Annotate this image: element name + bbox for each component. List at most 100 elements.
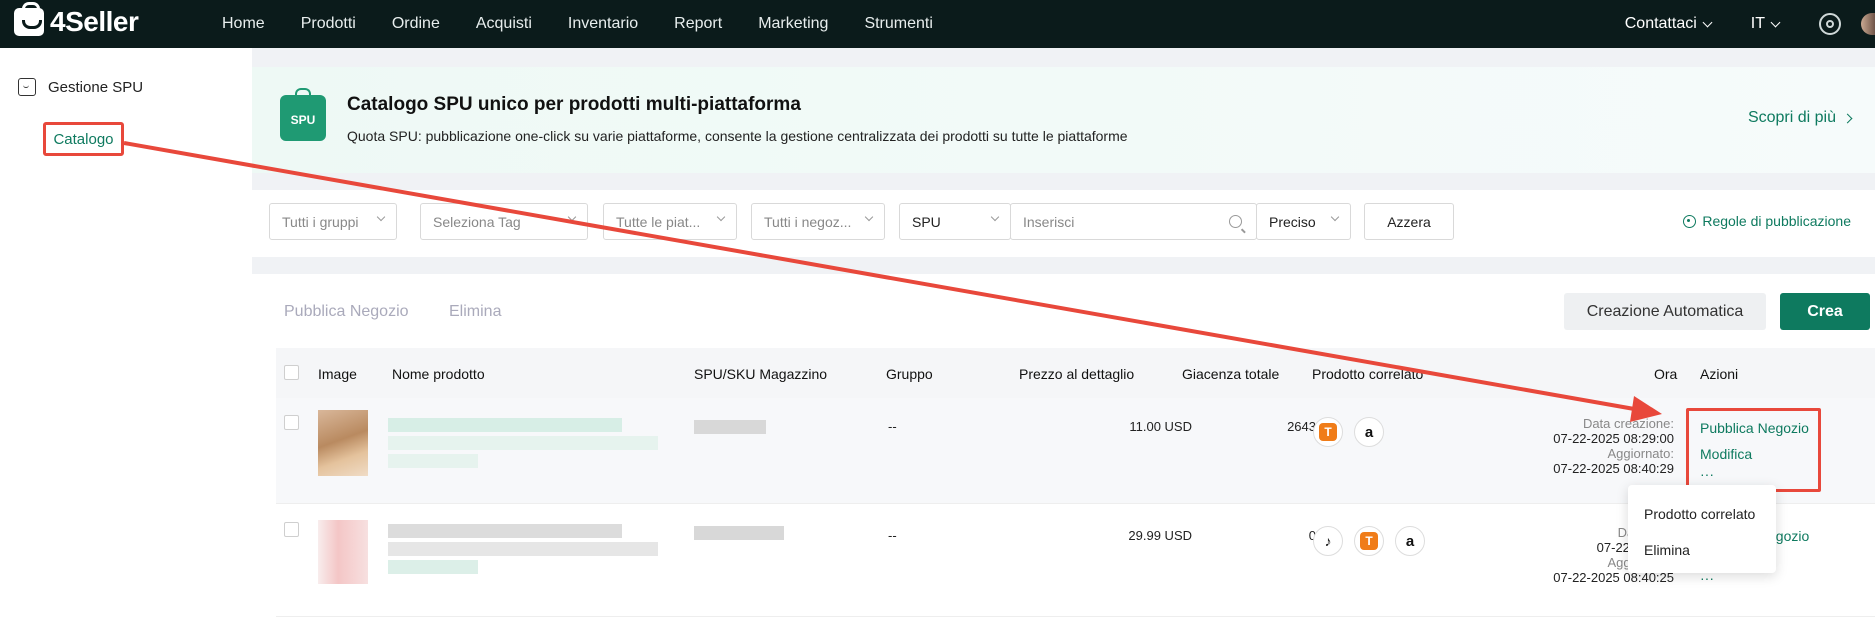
- nav-ordine[interactable]: Ordine: [392, 15, 440, 33]
- amazon-glyph: a: [1405, 532, 1415, 550]
- bulk-delete-button[interactable]: Elimina: [449, 303, 501, 321]
- nav-acquisti[interactable]: Acquisti: [476, 15, 532, 33]
- row-checkbox[interactable]: [284, 415, 299, 430]
- group-value: --: [888, 419, 897, 434]
- tag-select[interactable]: Seleziona Tag: [420, 203, 588, 240]
- sidebar: Gestione SPU Catalogo: [0, 48, 252, 617]
- chevron-down-icon: [1330, 212, 1340, 222]
- group-select-value: Tutti i gruppi: [282, 213, 359, 230]
- reset-button[interactable]: Azzera: [1364, 203, 1454, 240]
- price-value: 29.99 USD: [1128, 528, 1192, 543]
- product-thumbnail[interactable]: [318, 410, 368, 476]
- brand-name: 4Seller: [50, 6, 139, 37]
- chevron-down-icon: [864, 212, 874, 222]
- bulk-publish-button[interactable]: Pubblica Negozio: [284, 303, 409, 321]
- sidebar-item-catalogo[interactable]: Catalogo: [43, 122, 124, 156]
- chevron-down-icon: [567, 212, 577, 222]
- chevron-down-icon: [716, 212, 726, 222]
- publishing-rules-link[interactable]: Regole di pubblicazione: [1683, 213, 1851, 229]
- tiktok-icon[interactable]: ♪: [1313, 526, 1343, 556]
- stock-value: 2643: [1287, 419, 1316, 434]
- price-value: 11.00 USD: [1129, 419, 1192, 434]
- contact-dropdown[interactable]: Contattaci: [1625, 15, 1713, 33]
- avatar[interactable]: [1861, 13, 1875, 35]
- catalog-icon: [18, 78, 36, 96]
- product-name-redacted: [388, 454, 478, 468]
- menu-item-delete[interactable]: Elimina: [1644, 542, 1690, 558]
- col-name: Nome prodotto: [392, 366, 485, 382]
- learn-more-link[interactable]: Scopri di più: [1747, 109, 1853, 127]
- banner-title: Catalogo SPU unico per prodotti multi-pi…: [347, 94, 801, 115]
- created-label: Data creazione:: [1582, 416, 1674, 431]
- col-image: Image: [318, 366, 357, 382]
- nav-home[interactable]: Home: [222, 15, 265, 33]
- spu-bag-icon: SPU: [280, 88, 326, 141]
- create-button[interactable]: Crea: [1780, 293, 1870, 330]
- temu-icon[interactable]: T: [1354, 526, 1384, 556]
- top-navbar: 4Seller Home Prodotti Ordine Acquisti In…: [0, 0, 1875, 48]
- search-field-value: SPU: [912, 213, 941, 230]
- match-mode-value: Preciso: [1269, 213, 1316, 230]
- platform-select-value: Tutte le piat...: [616, 213, 701, 230]
- search-placeholder: Inserisci: [1023, 213, 1075, 230]
- amazon-glyph: a: [1364, 423, 1374, 441]
- col-spu: SPU/SKU Magazzino: [694, 366, 828, 382]
- amazon-icon[interactable]: a: [1395, 526, 1425, 556]
- product-thumbnail[interactable]: [318, 520, 368, 584]
- language-dropdown[interactable]: IT: [1750, 15, 1781, 33]
- product-name-redacted: [388, 560, 478, 574]
- updated-time: 07-22-2025 08:40:29: [1553, 461, 1674, 476]
- gear-icon[interactable]: [1819, 13, 1841, 35]
- col-price: Prezzo al dettaglio: [1019, 366, 1135, 382]
- stock-value: 0: [1308, 528, 1316, 543]
- col-related: Prodotto correlato: [1312, 366, 1424, 382]
- row-checkbox[interactable]: [284, 522, 299, 537]
- nav-inventario[interactable]: Inventario: [568, 15, 638, 33]
- product-name-redacted: [388, 436, 658, 450]
- platform-select[interactable]: Tutte le piat...: [603, 203, 737, 240]
- chevron-down-icon: [1702, 17, 1713, 27]
- nav-prodotti[interactable]: Prodotti: [301, 15, 356, 33]
- shop-select-value: Tutti i negoz...: [764, 213, 852, 230]
- timestamps: Data creazione: 07-22-2025 08:29:00 Aggi…: [1466, 416, 1674, 476]
- product-name-redacted: [388, 524, 622, 538]
- product-name-redacted: [388, 542, 658, 556]
- temu-glyph: T: [1319, 423, 1337, 441]
- search-icon[interactable]: [1229, 215, 1242, 228]
- menu-item-related-product[interactable]: Prodotto correlato: [1644, 506, 1755, 522]
- learn-more-label: Scopri di più: [1747, 109, 1836, 126]
- col-actions: Azioni: [1700, 366, 1739, 382]
- chevron-down-icon: [990, 212, 1000, 222]
- highlight-box: [1686, 408, 1821, 492]
- search-input[interactable]: Inserisci: [1010, 203, 1257, 240]
- match-mode-select[interactable]: Preciso: [1256, 203, 1351, 240]
- search-field-select[interactable]: SPU: [899, 203, 1011, 240]
- settings-icon: [1683, 214, 1697, 228]
- select-all-checkbox[interactable]: [284, 365, 299, 380]
- group-select[interactable]: Tutti i gruppi: [269, 203, 397, 240]
- temu-icon[interactable]: T: [1313, 417, 1343, 447]
- language-label: IT: [1750, 15, 1765, 32]
- chevron-right-icon: [1842, 113, 1853, 123]
- nav-marketing[interactable]: Marketing: [758, 15, 828, 33]
- brand-logo[interactable]: 4Seller: [14, 2, 139, 38]
- shop-select[interactable]: Tutti i negoz...: [751, 203, 885, 240]
- created-time: 07-22-2025 08:29:00: [1553, 431, 1674, 446]
- sidebar-section-label: Gestione SPU: [48, 78, 144, 96]
- amazon-icon[interactable]: a: [1354, 417, 1384, 447]
- tiktok-glyph: ♪: [1324, 533, 1332, 549]
- product-name-redacted: [388, 418, 622, 432]
- updated-label: Aggiornato:: [1607, 446, 1675, 461]
- col-stock: Giacenza totale: [1182, 366, 1280, 382]
- group-value: --: [888, 528, 897, 543]
- spu-redacted: [694, 420, 766, 434]
- publishing-rules-label: Regole di pubblicazione: [1702, 213, 1851, 229]
- temu-glyph: T: [1360, 532, 1378, 550]
- auto-create-button[interactable]: Creazione Automatica: [1564, 293, 1766, 330]
- table-header: Image Nome prodotto SPU/SKU Magazzino Gr…: [276, 348, 1875, 398]
- chevron-down-icon: [376, 212, 386, 222]
- nav-report[interactable]: Report: [674, 15, 722, 33]
- nav-right: Contattaci IT: [1625, 0, 1875, 48]
- sidebar-section-spu[interactable]: Gestione SPU: [18, 78, 143, 96]
- nav-strumenti[interactable]: Strumenti: [864, 15, 932, 33]
